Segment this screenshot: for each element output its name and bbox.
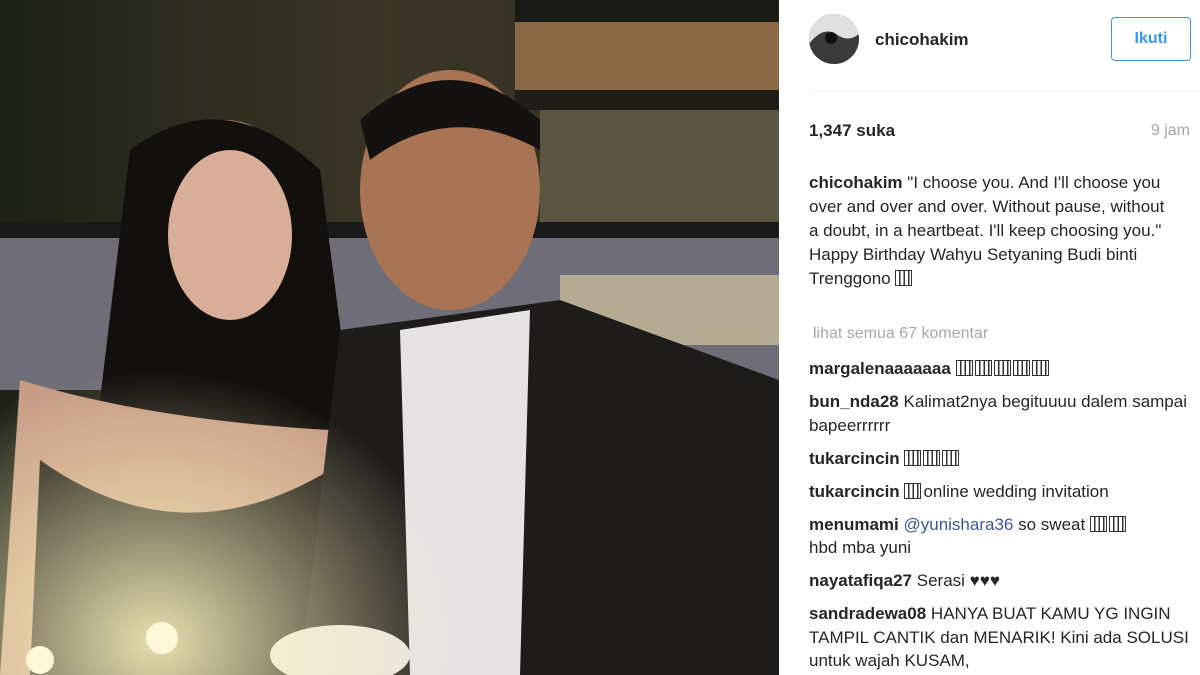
emoji-icon — [895, 270, 913, 286]
post-time[interactable]: 9 jam — [1151, 122, 1190, 140]
comment-username[interactable]: margalenaaaaaaa — [809, 359, 951, 378]
view-all-comments-link[interactable]: lihat semua 67 komentar — [813, 325, 988, 343]
comment-username[interactable]: menumami — [809, 515, 899, 534]
avatar[interactable] — [809, 14, 859, 64]
post-caption: chicohakim "I choose you. And I'll choos… — [809, 171, 1169, 291]
comment-item: tukarcincin — [809, 447, 1190, 471]
comment-item: menumami @yunishara36 so sweat hbd mba y… — [809, 513, 1190, 560]
comment-item: tukarcincin online wedding invitation — [809, 480, 1190, 504]
emoji-icon — [942, 449, 960, 466]
post-header: chicohakim Ikuti — [779, 0, 1200, 90]
likes-label[interactable]: suka — [856, 121, 895, 140]
header-divider — [809, 91, 1200, 92]
post-photo[interactable] — [0, 0, 779, 675]
emoji-icon — [1089, 515, 1107, 532]
comment-text: online wedding invitation — [923, 481, 1109, 501]
comment-username[interactable]: tukarcincin — [809, 449, 900, 468]
emoji-icon — [993, 360, 1011, 376]
comment-text: Serasi ♥♥♥ — [916, 571, 1000, 590]
comments-list: margalenaaaaaaa bun_nda28 Kalimat2nya be… — [809, 357, 1190, 675]
caption-username[interactable]: chicohakim — [809, 173, 903, 192]
comment-username[interactable]: sandradewa08 — [809, 604, 926, 623]
comment-item: nayatafiqa27 Serasi ♥♥♥ — [809, 569, 1190, 593]
post-sidebar: chicohakim Ikuti 1,347 suka 9 jam chicoh… — [779, 0, 1200, 675]
emoji-icon — [1031, 360, 1049, 376]
comment-item: bun_nda28 Kalimat2nya begituuuu dalem sa… — [809, 390, 1190, 437]
comment-username[interactable]: nayatafiqa27 — [809, 571, 912, 590]
likes-row: 1,347 suka 9 jam — [809, 121, 1190, 143]
comment-item: margalenaaaaaaa — [809, 357, 1190, 381]
comment-text: so sweat — [1018, 514, 1086, 534]
emoji-icon — [904, 449, 922, 466]
comment-text-line2: hbd mba yuni — [809, 538, 912, 557]
photo-image — [0, 0, 779, 675]
comment-username[interactable]: tukarcincin — [809, 482, 900, 501]
header-username[interactable]: chicohakim — [875, 30, 969, 50]
emoji-icon — [1108, 515, 1126, 532]
emoji-icon — [904, 482, 922, 499]
comment-item: sandradewa08 HANYA BUAT KAMU YG INGIN TA… — [809, 602, 1190, 673]
emoji-icon — [955, 360, 973, 376]
emoji-icon — [923, 449, 941, 466]
emoji-icon — [974, 360, 992, 376]
comment-username[interactable]: bun_nda28 — [809, 392, 899, 411]
follow-button[interactable]: Ikuti — [1111, 17, 1191, 61]
avatar-image — [809, 14, 859, 64]
emoji-icon — [1012, 360, 1030, 376]
comment-mention-link[interactable]: @yunishara36 — [903, 515, 1013, 534]
likes-count[interactable]: 1,347 — [809, 121, 852, 140]
